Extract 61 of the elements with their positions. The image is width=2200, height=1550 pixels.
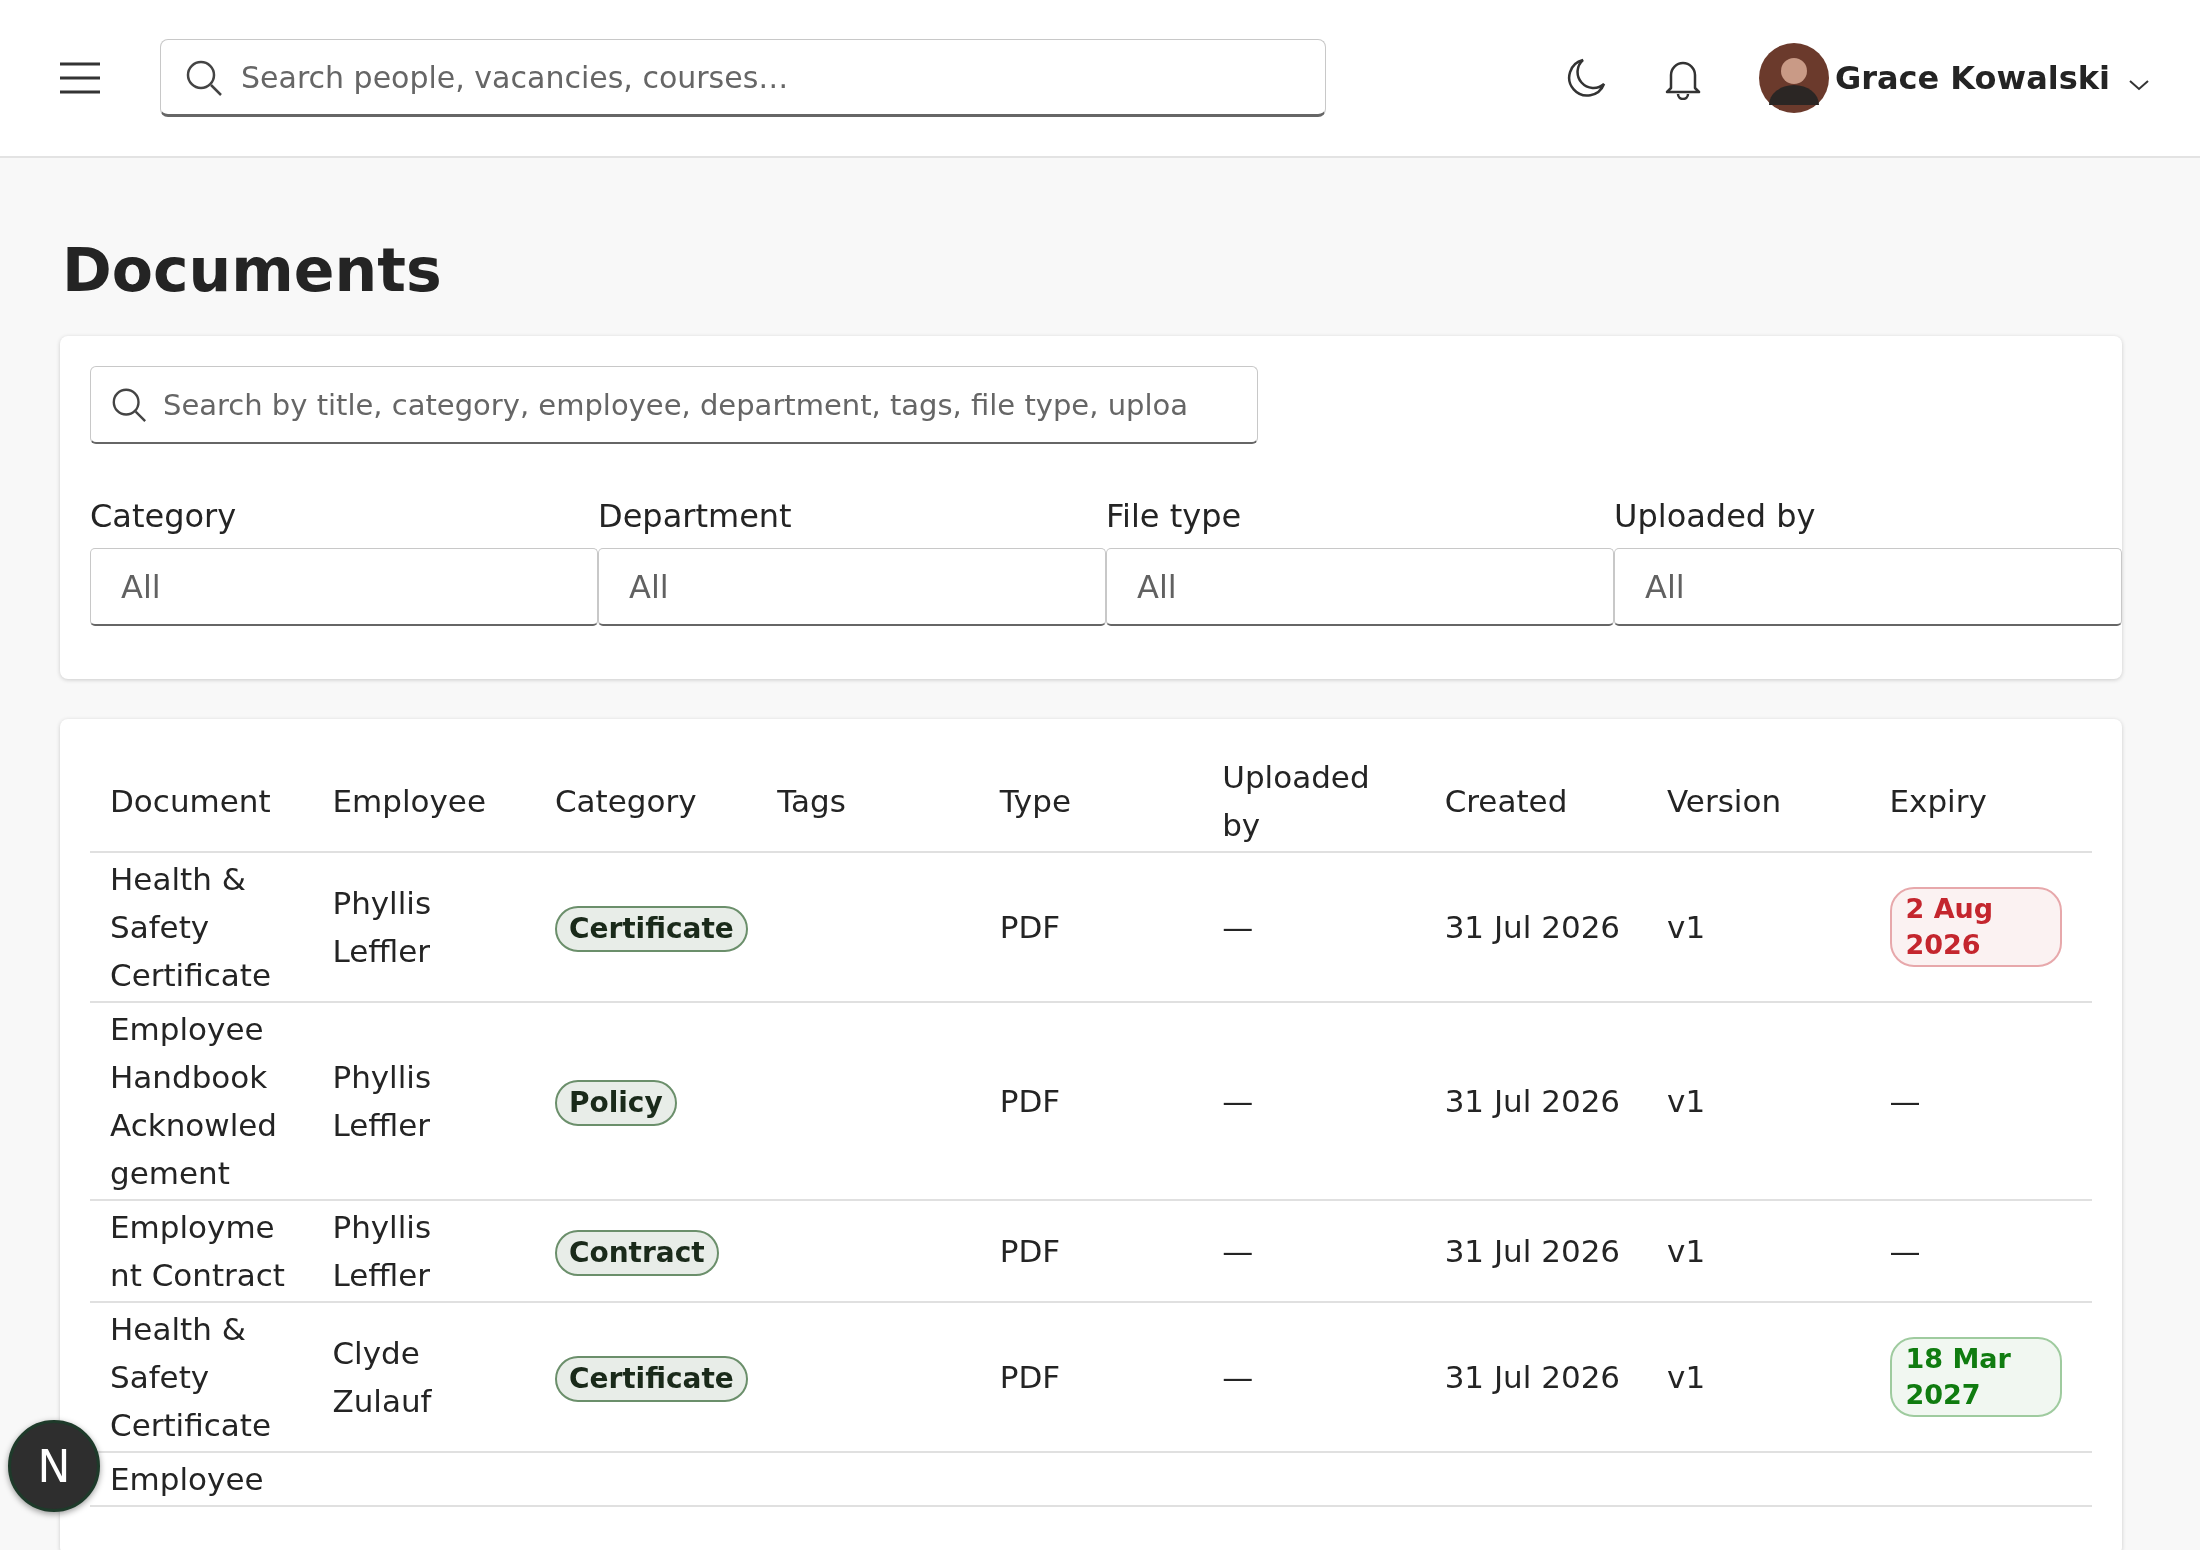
table-cell: Phyllis Leffler xyxy=(332,1059,432,1143)
dev-tools-button[interactable]: N xyxy=(8,1420,100,1512)
filter-label: Uploaded by xyxy=(1614,496,1817,537)
column-header[interactable]: Uploaded by xyxy=(1222,753,1405,849)
user-menu[interactable]: Grace Kowalski xyxy=(1758,43,2150,113)
table-cell: Clyde Zulauf xyxy=(332,1335,432,1419)
table-cell: v1 xyxy=(1667,1359,1706,1395)
moon-icon[interactable] xyxy=(1566,57,1607,99)
category-tag: Policy xyxy=(554,1079,677,1126)
category-tag: Contract xyxy=(554,1229,719,1276)
table-cell: — xyxy=(1889,1233,1921,1269)
column-header[interactable]: Document xyxy=(110,777,293,825)
table-cell: PDF xyxy=(999,1083,1061,1119)
expiry-date-tag: 2 Aug 2026 xyxy=(1889,887,2062,967)
filter-dropdown[interactable]: All xyxy=(90,548,598,626)
table-cell: — xyxy=(1222,1359,1254,1395)
filter-dropdown[interactable]: All xyxy=(1106,548,1614,626)
column-header[interactable]: Created xyxy=(1444,777,1628,825)
column-header[interactable]: Version xyxy=(1667,777,1850,825)
table-cell: Phyllis Leffler xyxy=(332,885,432,969)
table-cell: — xyxy=(1222,909,1254,945)
table-cell: 31 Jul 2026 xyxy=(1444,1359,1621,1395)
page-title: Documents xyxy=(61,234,443,307)
table-cell: Employment Contract xyxy=(110,1209,285,1293)
table-cell: v1 xyxy=(1667,1233,1706,1269)
table-cell: Health & Safety Certificate xyxy=(110,861,272,993)
expiry-date-tag: 18 Mar 2027 xyxy=(1889,1337,2062,1417)
category-tag: Certificate xyxy=(554,1355,748,1402)
filter-label: Department xyxy=(598,496,793,537)
table-cell: PDF xyxy=(999,1233,1061,1269)
table-cell: — xyxy=(1889,1083,1921,1119)
table-cell: 31 Jul 2026 xyxy=(1444,1233,1621,1269)
filter-dropdown[interactable]: All xyxy=(1614,548,2122,626)
menu-icon[interactable] xyxy=(58,60,102,96)
table-cell: Health & Safety Certificate xyxy=(110,1311,272,1443)
chevron-icon xyxy=(2128,78,2150,92)
table-cell: Employee Handbook Acknowledgement xyxy=(110,1011,277,1191)
table-cell: PDF xyxy=(999,909,1061,945)
column-header[interactable]: Tags xyxy=(777,777,960,825)
filter-dropdown[interactable]: All xyxy=(598,548,1106,626)
table-cell: 31 Jul 2026 xyxy=(1444,1083,1621,1119)
table-cell: PDF xyxy=(999,1359,1061,1395)
table-cell: v1 xyxy=(1667,909,1706,945)
column-header[interactable]: Expiry xyxy=(1889,777,2072,825)
table-cell: 31 Jul 2026 xyxy=(1444,909,1621,945)
table-cell: — xyxy=(1222,1083,1254,1119)
search-icon xyxy=(110,386,148,424)
table-cell: Employee xyxy=(110,1461,264,1497)
filter-label: Category xyxy=(90,496,238,537)
column-header[interactable]: Category xyxy=(554,777,738,825)
table-cell: — xyxy=(1222,1233,1254,1269)
table-cell: v1 xyxy=(1667,1083,1706,1119)
category-tag: Certificate xyxy=(554,905,748,952)
search-field[interactable]: Search people, vacancies, courses… xyxy=(160,39,1326,117)
column-header[interactable]: Type xyxy=(999,777,1183,825)
table-cell: Phyllis Leffler xyxy=(332,1209,432,1293)
avatar xyxy=(1758,43,1829,113)
search-field[interactable]: Search by title, category, employee, department, tags, file type, uploa xyxy=(90,366,1258,444)
column-header[interactable]: Employee xyxy=(332,777,515,825)
filter-label: File type xyxy=(1106,496,1243,537)
search-icon xyxy=(184,58,224,98)
